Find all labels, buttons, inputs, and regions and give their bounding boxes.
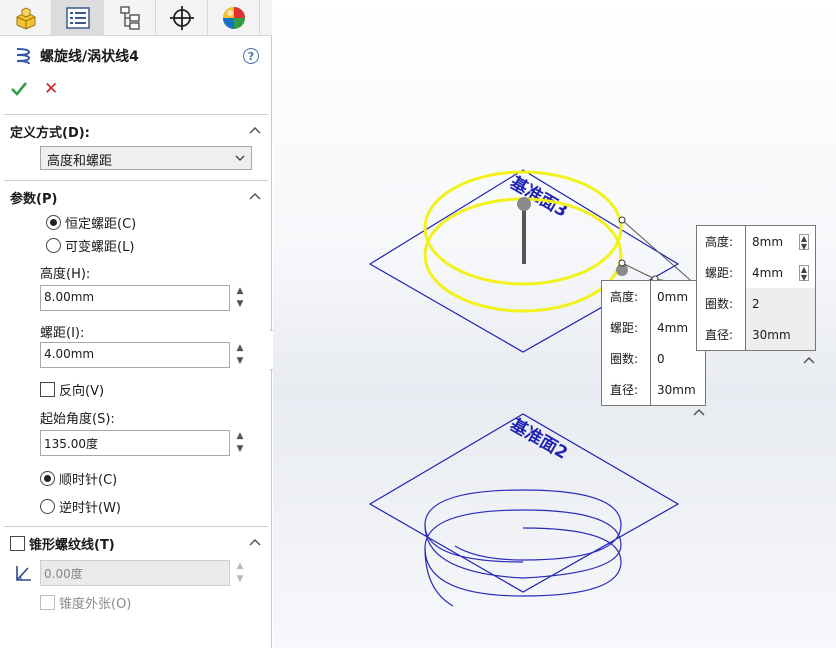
collapse-chevron-icon[interactable] — [249, 192, 261, 200]
taper-helix-option[interactable]: 锥形螺纹线(T) — [10, 533, 115, 553]
property-manager-icon — [65, 7, 90, 29]
callout-label: 圈数: — [705, 297, 734, 311]
existing-helix[interactable] — [424, 489, 622, 563]
taper-outward-checkbox — [40, 594, 55, 610]
reverse-label: 反向(V) — [59, 383, 105, 399]
callout-row: 螺距: 4mm — [602, 312, 705, 343]
panel-title: 螺旋线/涡状线4 — [12, 44, 262, 68]
callout-row: 高度: 0mm — [602, 281, 705, 312]
callout-row: 高度: 8mm ▲ ▼ — [697, 226, 815, 257]
callout-collapse-chevron-icon[interactable] — [693, 408, 705, 416]
callout-label: 直径: — [705, 328, 734, 342]
taper-heading: 锥形螺纹线(T) — [29, 537, 115, 553]
pitch-label: 螺距(I): — [40, 326, 85, 341]
start-angle-field[interactable]: 135.00度 — [40, 430, 230, 456]
appearance-sphere-icon — [222, 7, 245, 29]
collapse-chevron-icon[interactable] — [249, 126, 261, 134]
callout-label: 高度: — [610, 290, 639, 304]
leader-anchor — [618, 259, 626, 267]
taper-angle-field: 0.00度 — [40, 560, 230, 586]
taper-angle-icon — [16, 566, 31, 581]
variable-pitch-option[interactable]: 可变螺距(L) — [46, 235, 134, 255]
tab-configuration-manager[interactable] — [104, 0, 156, 36]
callout-leader — [621, 219, 698, 287]
configuration-manager-icon — [119, 6, 140, 30]
taper-outward-option: 锥度外张(O) — [40, 592, 131, 612]
helix-icon — [12, 45, 34, 67]
callout-row: 圈数: 0 — [602, 343, 705, 374]
constant-pitch-option[interactable]: 恒定螺距(C) — [46, 212, 136, 232]
reverse-checkbox[interactable] — [40, 381, 55, 397]
callout-value[interactable]: 30mm — [650, 374, 705, 405]
definition-heading: 定义方式(D): — [10, 126, 90, 141]
callout-label: 直径: — [610, 383, 639, 397]
callout-row: 直径: 30mm — [602, 374, 705, 405]
chevron-down-icon — [235, 155, 245, 161]
tab-display-manager[interactable] — [208, 0, 260, 36]
height-label: 高度(H): — [40, 267, 91, 282]
callout-end[interactable]: 高度: 8mm ▲ ▼ 螺距: 4mm ▲ ▼ 圈数: 2 直径: 30mm — [696, 225, 816, 351]
crosshair-icon — [169, 6, 194, 30]
callout-row: 直径: 30mm — [697, 319, 815, 350]
radio-selected[interactable] — [46, 214, 61, 230]
pitch-field[interactable]: 4.00mm — [40, 342, 230, 368]
height-field[interactable]: 8.00mm — [40, 285, 230, 311]
tab-dimxpert-manager[interactable] — [156, 0, 208, 36]
callout-row: 螺距: 4mm ▲ ▼ — [697, 257, 815, 288]
graphics-viewport[interactable]: 基准面3 基准面2 高度: 0mm 螺距: 4mm 圈数: 0 直径: 30mm… — [273, 0, 836, 648]
taper-checkbox[interactable] — [10, 535, 25, 551]
parameters-heading: 参数(P) — [10, 192, 58, 207]
start-angle-label: 起始角度(S): — [40, 412, 115, 427]
panel-title-text: 螺旋线/涡状线4 — [40, 49, 139, 65]
ok-checkmark-icon[interactable] — [10, 80, 28, 98]
callout-value: 2 — [745, 288, 815, 319]
callout-spinner[interactable]: ▲ ▼ — [799, 265, 809, 282]
radio-selected[interactable] — [40, 470, 55, 486]
section-divider — [4, 180, 268, 181]
radio-unselected[interactable] — [46, 237, 61, 253]
counterclockwise-option[interactable]: 逆时针(W) — [40, 496, 121, 516]
feature-manager-icon — [16, 7, 35, 30]
height-spinner[interactable]: ▲ ▼ — [234, 285, 246, 311]
tab-property-manager[interactable] — [52, 0, 104, 36]
pitch-spinner[interactable]: ▲ ▼ — [234, 342, 246, 368]
section-divider — [4, 114, 268, 115]
tab-feature-manager[interactable] — [0, 0, 52, 36]
callout-label: 圈数: — [610, 352, 639, 366]
cancel-x-icon[interactable]: ✕ — [44, 80, 60, 98]
start-angle-spinner[interactable]: ▲ ▼ — [234, 430, 246, 456]
constant-pitch-label: 恒定螺距(C) — [65, 216, 137, 232]
clockwise-option[interactable]: 顺时针(C) — [40, 468, 117, 488]
property-manager-panel: 螺旋线/涡状线4 ? ✕ 定义方式(D): 高度和螺距 参数(P) 恒定螺距(C… — [0, 0, 272, 648]
radio-unselected[interactable] — [40, 498, 55, 514]
variable-pitch-label: 可变螺距(L) — [65, 239, 135, 255]
manager-tabs — [0, 0, 272, 36]
help-button[interactable]: ? — [243, 48, 259, 64]
callout-label: 螺距: — [610, 321, 639, 335]
callout-label: 高度: — [705, 235, 734, 249]
reverse-option[interactable]: 反向(V) — [40, 379, 104, 399]
plane-bottom-label: 基准面2 — [506, 414, 572, 464]
taper-angle-spinner: ▲ ▼ — [236, 561, 244, 584]
clockwise-label: 顺时针(C) — [59, 472, 118, 488]
definition-select[interactable]: 高度和螺距 — [40, 146, 252, 170]
arrow-knob-icon[interactable] — [517, 197, 531, 211]
callout-collapse-chevron-icon[interactable] — [803, 356, 815, 364]
callout-value: 30mm — [745, 319, 815, 350]
taper-outward-label: 锥度外张(O) — [59, 596, 132, 612]
counterclockwise-label: 逆时针(W) — [59, 500, 121, 516]
definition-select-value: 高度和螺距 — [47, 154, 113, 169]
callout-label: 螺距: — [705, 266, 734, 280]
leader-anchor — [618, 216, 626, 224]
section-divider — [4, 526, 268, 527]
callout-row: 圈数: 2 — [697, 288, 815, 319]
callout-start[interactable]: 高度: 0mm 螺距: 4mm 圈数: 0 直径: 30mm — [601, 280, 706, 406]
callout-spinner[interactable]: ▲ ▼ — [799, 234, 809, 251]
collapse-chevron-icon[interactable] — [249, 538, 261, 546]
